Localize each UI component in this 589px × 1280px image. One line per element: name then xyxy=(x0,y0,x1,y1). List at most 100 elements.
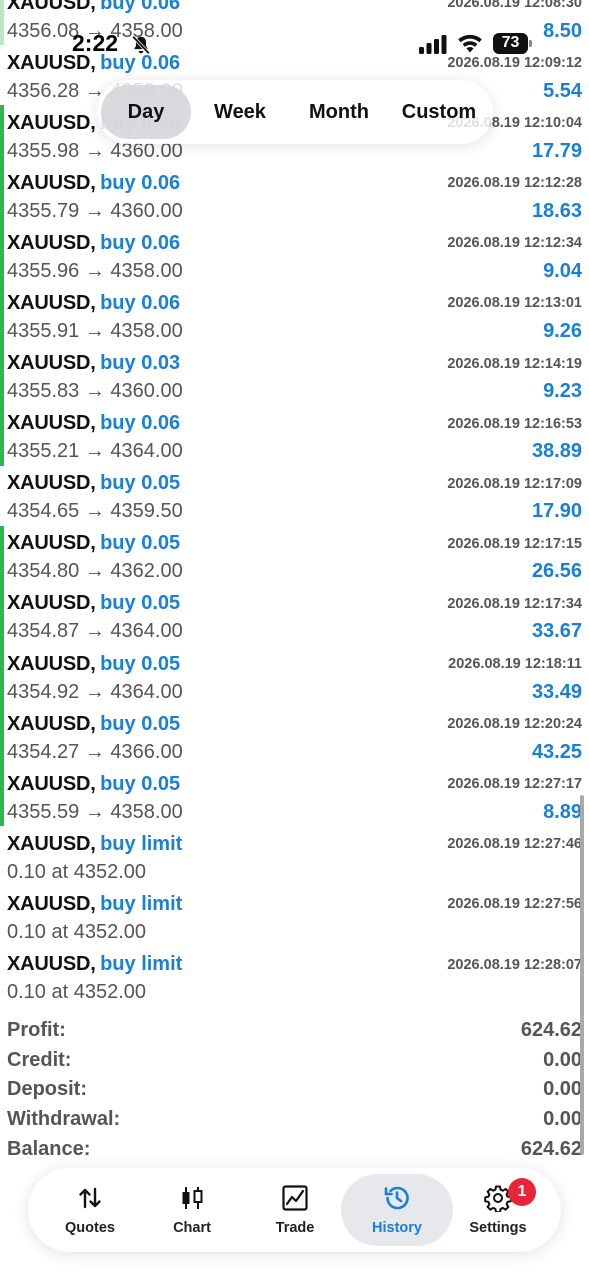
summary-credit-row: Credit: 0.00 xyxy=(0,1046,589,1076)
trade-marker xyxy=(0,706,4,767)
trade-action: buy limit xyxy=(100,832,183,855)
bottom-tab-bar: Quotes Chart Trade History Settings xyxy=(28,1168,561,1252)
deposit-value: 0.00 xyxy=(543,1078,582,1101)
trade-row[interactable]: XAUUSD, buy 0.06 2026.08.19 12:13:01 4355.… xyxy=(0,285,589,346)
trade-prices: 4355.91 → 4358.00 xyxy=(7,319,183,342)
cellular-signal-icon xyxy=(419,35,447,54)
line-chart-icon xyxy=(282,1185,308,1211)
withdrawal-value: 0.00 xyxy=(543,1108,582,1131)
trade-time: 2026.08.19 12:27:56 xyxy=(447,896,582,913)
trade-prices: 0.10 at 4352.00 xyxy=(7,981,147,1003)
scrollbar[interactable] xyxy=(580,795,584,1155)
trade-row[interactable]: XAUUSD, buy 0.05 2026.08.19 12:20:24 4354.… xyxy=(0,706,589,767)
trade-time: 2026.08.19 12:12:28 xyxy=(447,175,582,192)
trade-row[interactable]: XAUUSD, buy 0.06 2026.08.19 12:12:34 4355.… xyxy=(0,225,589,286)
period-week-tab[interactable]: Week xyxy=(191,85,289,139)
trade-prices: 4355.59 → 4358.00 xyxy=(7,800,183,823)
trade-time: 2026.08.19 12:20:24 xyxy=(447,716,582,733)
trade-action: buy 0.06 xyxy=(100,0,181,14)
tab-history-label: History xyxy=(372,1220,422,1236)
candlestick-icon xyxy=(182,1187,203,1209)
trade-action: buy limit xyxy=(100,892,183,915)
trade-action: buy 0.06 xyxy=(100,291,181,314)
trade-marker xyxy=(0,646,4,707)
trade-prices: 4354.92 → 4364.00 xyxy=(7,680,183,703)
trade-profit: 17.79 xyxy=(531,139,582,162)
trade-action: buy limit xyxy=(100,953,183,975)
summary-balance-row: Balance: 624.62 xyxy=(0,1134,589,1164)
trade-time: 2026.08.19 12:16:53 xyxy=(447,415,582,432)
period-day-tab[interactable]: Day xyxy=(101,85,191,139)
trade-row[interactable]: XAUUSD, buy 0.06 2026.08.19 12:12:28 4355.… xyxy=(0,165,589,226)
trade-row[interactable]: XAUUSD, buy 0.05 2026.08.19 12:17:09 4354.… xyxy=(0,466,589,526)
tab-settings-label: Settings xyxy=(469,1220,527,1236)
trade-symbol: XAUUSD, xyxy=(7,231,96,254)
period-selector: Day Week Month Custom xyxy=(97,80,493,144)
trade-action: buy 0.05 xyxy=(100,472,181,495)
trade-row[interactable]: XAUUSD, buy 0.05 2026.08.19 12:17:15 4354.… xyxy=(0,525,589,586)
trade-symbol: XAUUSD, xyxy=(7,953,96,975)
bell-muted-icon xyxy=(132,35,150,55)
up-down-arrows-icon xyxy=(79,1187,101,1209)
trade-time: 2026.08.19 12:14:19 xyxy=(447,355,582,372)
tab-chart[interactable]: Chart xyxy=(140,1174,244,1246)
trade-profit: 33.49 xyxy=(531,680,582,703)
profit-label: Profit: xyxy=(7,1019,66,1042)
trade-time: 2026.08.19 12:18:11 xyxy=(448,656,582,673)
trade-action: buy 0.06 xyxy=(100,171,181,194)
balance-value: 624.62 xyxy=(520,1137,582,1160)
trade-symbol: XAUUSD, xyxy=(7,472,96,495)
trade-time: 2026.08.19 12:13:01 xyxy=(447,295,582,312)
trade-action: buy 0.05 xyxy=(100,772,181,795)
tab-trade-label: Trade xyxy=(275,1220,315,1236)
trade-prices: 0.10 at 4352.00 xyxy=(7,860,147,883)
trade-profit: 8.89 xyxy=(543,800,582,823)
trade-action: buy 0.06 xyxy=(100,412,181,435)
trade-row[interactable]: XAUUSD, buy limit 2026.08.19 12:28:07 0.10… xyxy=(0,947,589,1007)
trade-prices: 4354.65 → 4359.50 xyxy=(7,500,183,523)
trade-row[interactable]: XAUUSD, buy 0.05 2026.08.19 12:17:34 4354.… xyxy=(0,585,589,647)
trade-time: 2026.08.19 12:28:07 xyxy=(447,956,582,973)
tab-quotes[interactable]: Quotes xyxy=(38,1174,142,1246)
tab-chart-label: Chart xyxy=(173,1220,211,1236)
trade-symbol: XAUUSD, xyxy=(7,111,96,134)
trade-symbol: XAUUSD, xyxy=(7,532,96,555)
trade-action: buy 0.05 xyxy=(100,592,181,615)
trade-symbol: XAUUSD, xyxy=(7,171,96,194)
trade-prices: 4355.96 → 4358.00 xyxy=(7,259,183,282)
trade-symbol: XAUUSD, xyxy=(7,712,96,735)
trade-time: 2026.08.19 12:17:34 xyxy=(447,595,582,612)
summary-deposit-row: Deposit: 0.00 xyxy=(0,1075,589,1105)
trade-symbol: XAUUSD, xyxy=(7,772,96,795)
trade-row[interactable]: XAUUSD, buy 0.03 2026.08.19 12:14:19 4355.… xyxy=(0,345,589,406)
trade-row[interactable]: XAUUSD, buy 0.05 2026.08.19 12:27:17 4355.… xyxy=(0,766,589,827)
withdrawal-label: Withdrawal: xyxy=(7,1108,121,1131)
trade-marker xyxy=(0,225,4,286)
trade-profit: 9.23 xyxy=(543,380,582,403)
trade-row[interactable]: XAUUSD, buy 0.06 2026.08.19 12:16:53 4355.… xyxy=(0,405,589,466)
profit-value: 624.62 xyxy=(520,1019,582,1042)
balance-label: Balance: xyxy=(7,1137,91,1160)
period-month-tab[interactable]: Month xyxy=(289,85,389,139)
trade-row[interactable]: XAUUSD, buy 0.05 2026.08.19 12:18:11 4354.… xyxy=(0,646,589,707)
deposit-label: Deposit: xyxy=(7,1078,87,1101)
summary-profit-row: Profit: 624.62 xyxy=(0,1016,589,1046)
trade-time: 2026.08.19 12:17:09 xyxy=(447,475,582,492)
trade-symbol: XAUUSD, xyxy=(7,652,96,675)
trade-marker xyxy=(0,345,4,406)
trade-profit: 5.54 xyxy=(543,79,582,102)
credit-value: 0.00 xyxy=(543,1048,582,1071)
trade-marker xyxy=(0,947,4,1007)
trade-history-list[interactable]: XAUUSD, buy 0.06 2026.08.19 12:08:30 4356.… xyxy=(0,0,589,1007)
tab-history[interactable]: History xyxy=(341,1174,453,1246)
trade-row[interactable]: XAUUSD, buy limit 2026.08.19 12:27:46 0.10… xyxy=(0,826,589,886)
trade-profit: 43.25 xyxy=(531,740,582,763)
battery-icon: 73 xyxy=(493,33,533,54)
trade-action: buy 0.03 xyxy=(100,352,181,375)
trade-marker xyxy=(0,585,4,647)
trade-symbol: XAUUSD, xyxy=(7,412,96,435)
tab-trade[interactable]: Trade xyxy=(243,1174,347,1246)
trade-symbol: XAUUSD, xyxy=(7,592,96,615)
trade-row[interactable]: XAUUSD, buy limit 2026.08.19 12:27:56 0.10… xyxy=(0,886,589,946)
period-custom-tab[interactable]: Custom xyxy=(389,85,489,139)
